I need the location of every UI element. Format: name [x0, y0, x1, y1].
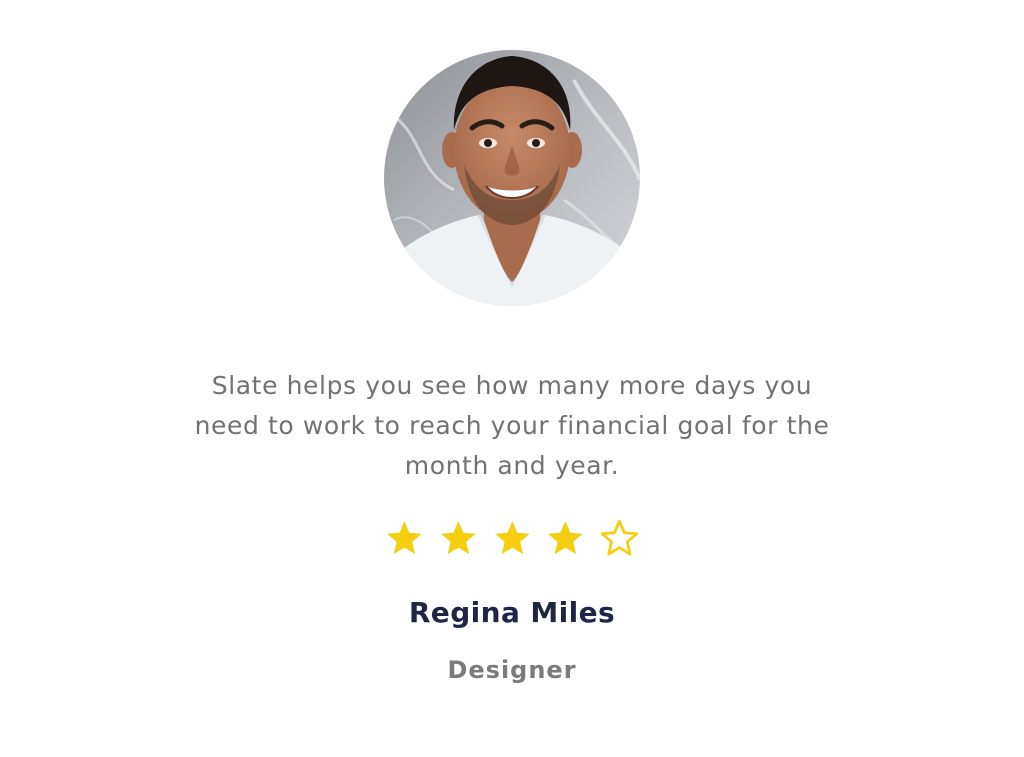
star-filled-icon [494, 521, 530, 555]
star-filled-icon [440, 521, 476, 555]
star-outline-icon [600, 519, 639, 556]
author-name: Regina Miles [408, 596, 616, 629]
avatar [384, 50, 640, 306]
testimonial-quote: Slate helps you see how many more days y… [194, 371, 830, 480]
testimonial-card: Slate helps you see how many more days y… [0, 0, 1024, 757]
star-rating [384, 518, 640, 560]
author-role: Designer [447, 656, 577, 684]
star-filled-icon [387, 521, 422, 555]
star-filled-icon [548, 521, 584, 555]
avatar-photo [384, 50, 640, 306]
